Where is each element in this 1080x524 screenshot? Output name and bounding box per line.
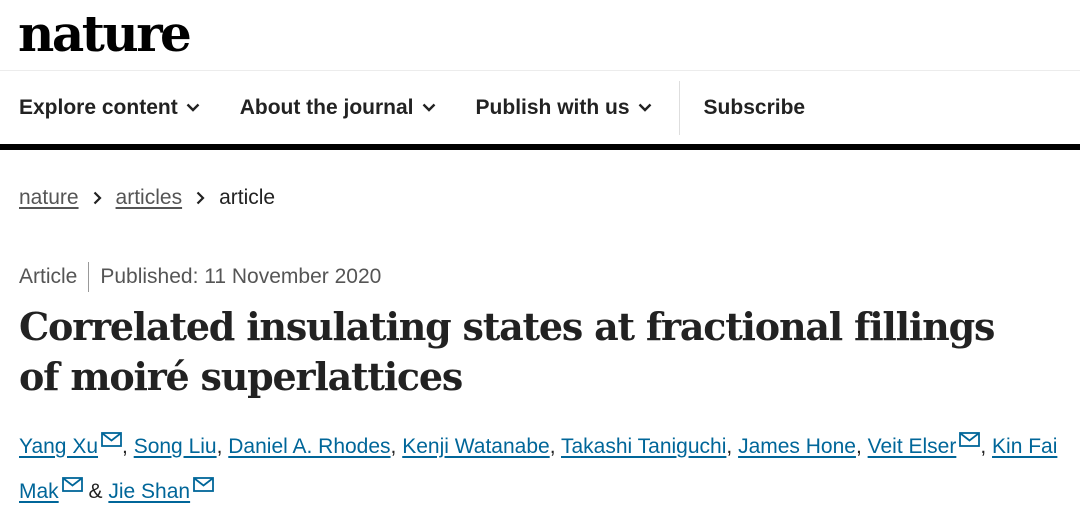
- chevron-down-icon: [186, 103, 200, 112]
- author-link[interactable]: Daniel A. Rhodes: [228, 435, 390, 458]
- article-type: Article: [19, 265, 78, 288]
- nav-item-label: Explore content: [19, 95, 178, 119]
- meta-divider: [88, 262, 90, 292]
- nav-publish-with-us[interactable]: Publish with us: [476, 96, 652, 120]
- author-link[interactable]: Veit Elser: [868, 435, 957, 458]
- article-meta: Article Published: 11 November 2020: [0, 262, 1080, 292]
- nav-about-the-journal[interactable]: About the journal: [240, 96, 436, 120]
- subscribe-link[interactable]: Subscribe: [704, 96, 806, 120]
- author-list: Yang Xu, Song Liu, Daniel A. Rhodes, Ken…: [0, 424, 1080, 514]
- chevron-down-icon: [638, 103, 651, 112]
- nav-explore-content[interactable]: Explore content: [19, 96, 200, 120]
- email-icon[interactable]: [959, 432, 981, 447]
- author-link[interactable]: James Hone: [738, 435, 856, 458]
- email-icon[interactable]: [61, 477, 83, 492]
- breadcrumb-link-articles[interactable]: articles: [116, 186, 183, 210]
- nav-item-label: Publish with us: [475, 95, 630, 119]
- author-link[interactable]: Jie Shan: [108, 480, 190, 503]
- publish-date: Published: 11 November 2020: [100, 265, 382, 288]
- site-header: nature: [0, 0, 1080, 71]
- article-title: Correlated insulating states at fraction…: [19, 304, 995, 399]
- chevron-down-icon: [422, 103, 435, 112]
- author-link[interactable]: Kenji Watanabe: [402, 435, 549, 458]
- breadcrumb-current: article: [219, 186, 276, 209]
- chevron-right-icon: [196, 191, 205, 205]
- author-link[interactable]: Song Liu: [134, 435, 217, 458]
- nav-divider: [678, 80, 680, 135]
- email-icon[interactable]: [193, 477, 215, 492]
- breadcrumb-link-nature[interactable]: nature: [19, 186, 79, 210]
- chevron-right-icon: [93, 191, 102, 205]
- author-link[interactable]: Yang Xu: [19, 435, 98, 458]
- subscribe-label: Subscribe: [703, 95, 806, 119]
- main-nav: Explore content About the journal Publis…: [0, 71, 1080, 150]
- author-link[interactable]: Takashi Taniguchi: [561, 435, 726, 458]
- nav-item-label: About the journal: [239, 95, 414, 119]
- email-icon[interactable]: [101, 432, 122, 447]
- nature-logo[interactable]: nature: [18, 2, 192, 66]
- breadcrumb: nature articles article: [0, 186, 1080, 210]
